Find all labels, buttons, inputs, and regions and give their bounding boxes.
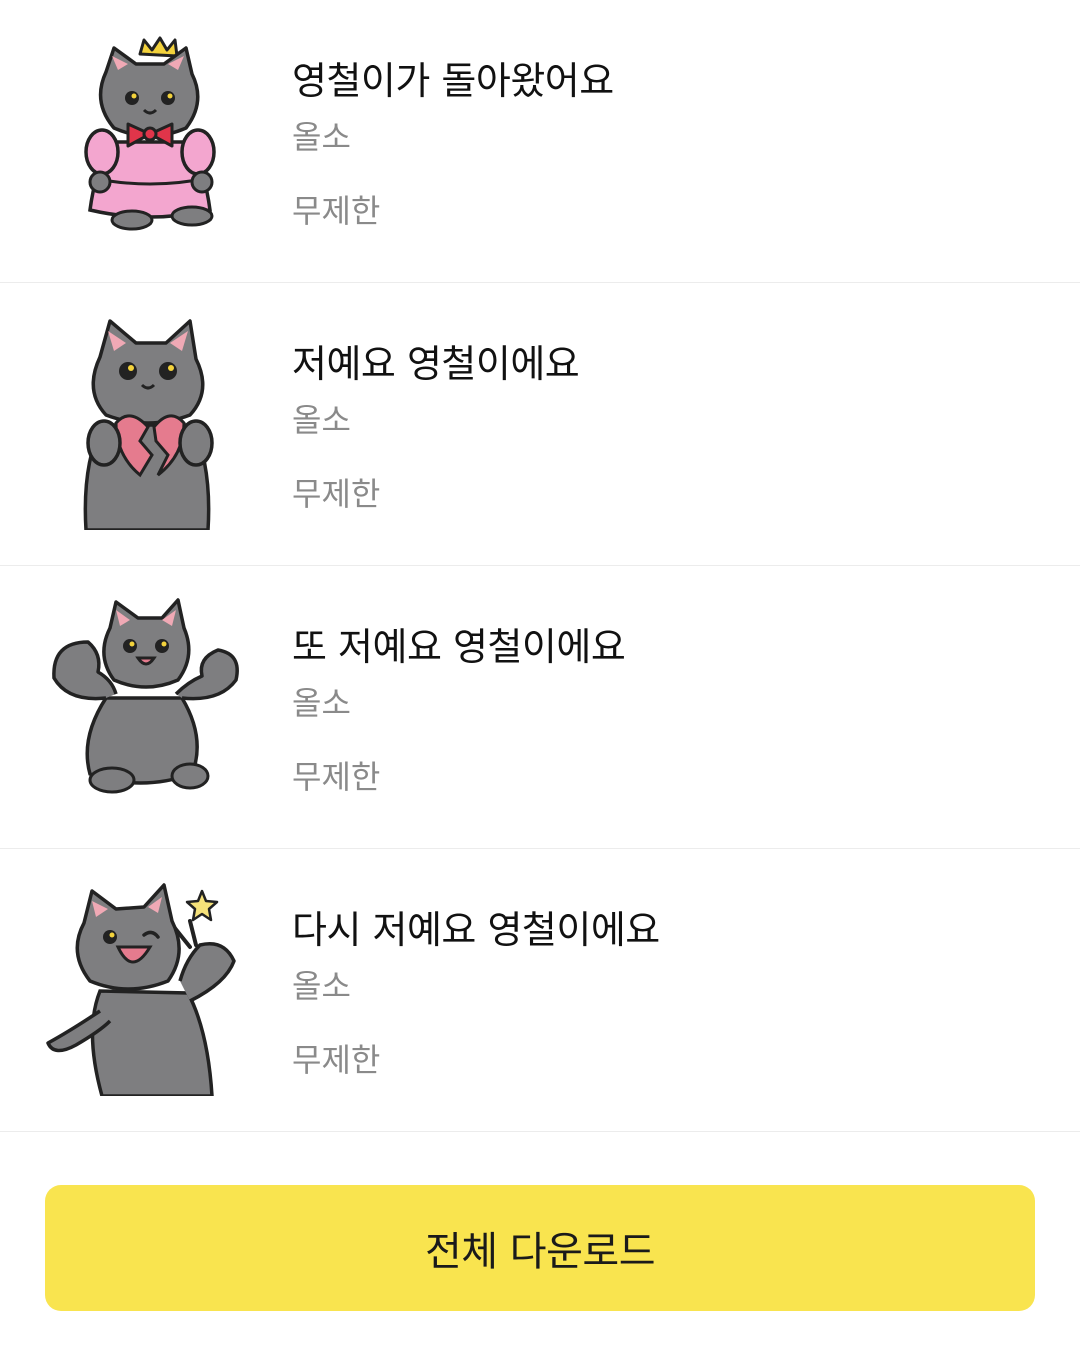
sticker-period: 무제한 — [292, 192, 381, 230]
sticker-title: 저예요 영철이에요 — [292, 342, 580, 386]
sticker-title: 다시 저예요 영철이에요 — [292, 908, 660, 952]
list-item[interactable]: 다시 저예요 영철이에요 올소 무제한 — [0, 849, 1080, 1132]
cat-princess-icon — [40, 32, 250, 247]
download-all-button[interactable]: 전체 다운로드 — [45, 1185, 1035, 1311]
sticker-period: 무제한 — [292, 758, 381, 796]
sticker-title: 영철이가 돌아왔어요 — [292, 59, 614, 103]
sticker-author: 올소 — [292, 118, 351, 156]
cat-broken-heart-icon — [40, 315, 250, 530]
sticker-author: 올소 — [292, 401, 351, 439]
sticker-title: 또 저예요 영철이에요 — [292, 625, 626, 669]
list-item[interactable]: 또 저예요 영철이에요 올소 무제한 — [0, 566, 1080, 849]
sticker-author: 올소 — [292, 967, 351, 1005]
sticker-author: 올소 — [292, 684, 351, 722]
sticker-list: 영철이가 돌아왔어요 올소 무제한 저예요 영철이에요 올소 무제한 또 저예요… — [0, 0, 1080, 1132]
list-item[interactable]: 영철이가 돌아왔어요 올소 무제한 — [0, 0, 1080, 283]
cat-flexing-icon — [40, 598, 250, 813]
sticker-period: 무제한 — [292, 1041, 381, 1079]
list-item[interactable]: 저예요 영철이에요 올소 무제한 — [0, 283, 1080, 566]
sticker-period: 무제한 — [292, 475, 381, 513]
cat-peace-sign-icon — [40, 881, 250, 1096]
